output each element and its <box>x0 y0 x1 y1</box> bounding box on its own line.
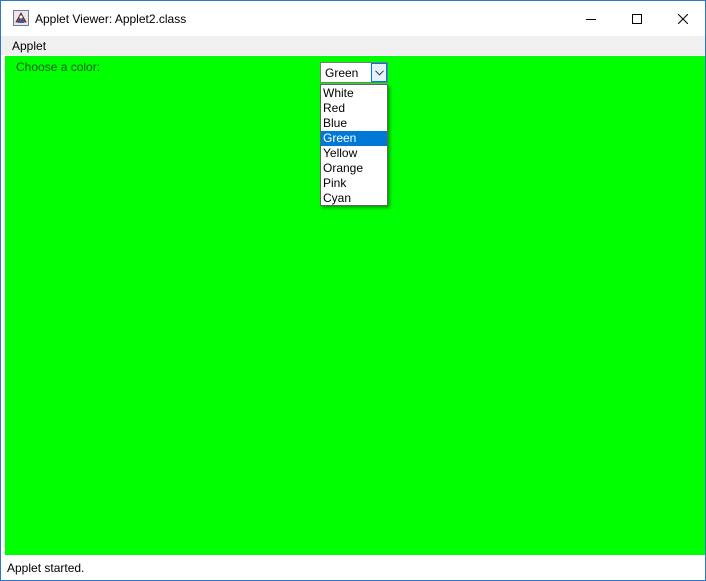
dropdown-arrow-button[interactable] <box>371 63 387 82</box>
close-icon <box>678 13 688 24</box>
color-select[interactable]: Green <box>320 62 388 83</box>
color-option-orange[interactable]: Orange <box>321 161 387 176</box>
java-app-icon <box>13 10 29 26</box>
chevron-down-icon <box>375 69 384 76</box>
close-button[interactable] <box>660 1 706 36</box>
minimize-button[interactable] <box>568 1 614 36</box>
color-option-pink[interactable]: Pink <box>321 176 387 191</box>
color-options-list: White Red Blue Green Yellow Orange Pink … <box>320 84 388 206</box>
maximize-icon <box>632 13 642 24</box>
color-option-blue[interactable]: Blue <box>321 116 387 131</box>
maximize-button[interactable] <box>614 1 660 36</box>
choose-color-label: Choose a color: <box>16 60 101 74</box>
menu-applet[interactable]: Applet <box>12 39 46 53</box>
color-select-value: Green <box>325 66 359 80</box>
color-option-yellow[interactable]: Yellow <box>321 146 387 161</box>
status-text: Applet started. <box>7 561 85 575</box>
menu-bar: Applet <box>1 36 705 55</box>
color-option-green[interactable]: Green <box>321 131 387 146</box>
window-title: Applet Viewer: Applet2.class <box>35 12 187 26</box>
applet-panel: Choose a color: Green White Red Blue Gre… <box>5 56 705 555</box>
title-bar[interactable]: Applet Viewer: Applet2.class <box>1 1 705 36</box>
minimize-icon <box>586 18 596 20</box>
color-option-red[interactable]: Red <box>321 101 387 116</box>
color-option-white[interactable]: White <box>321 86 387 101</box>
applet-viewer-window: Applet Viewer: Applet2.class Applet Choo… <box>0 0 706 581</box>
color-option-cyan[interactable]: Cyan <box>321 191 387 206</box>
status-bar: Applet started. <box>1 556 705 580</box>
